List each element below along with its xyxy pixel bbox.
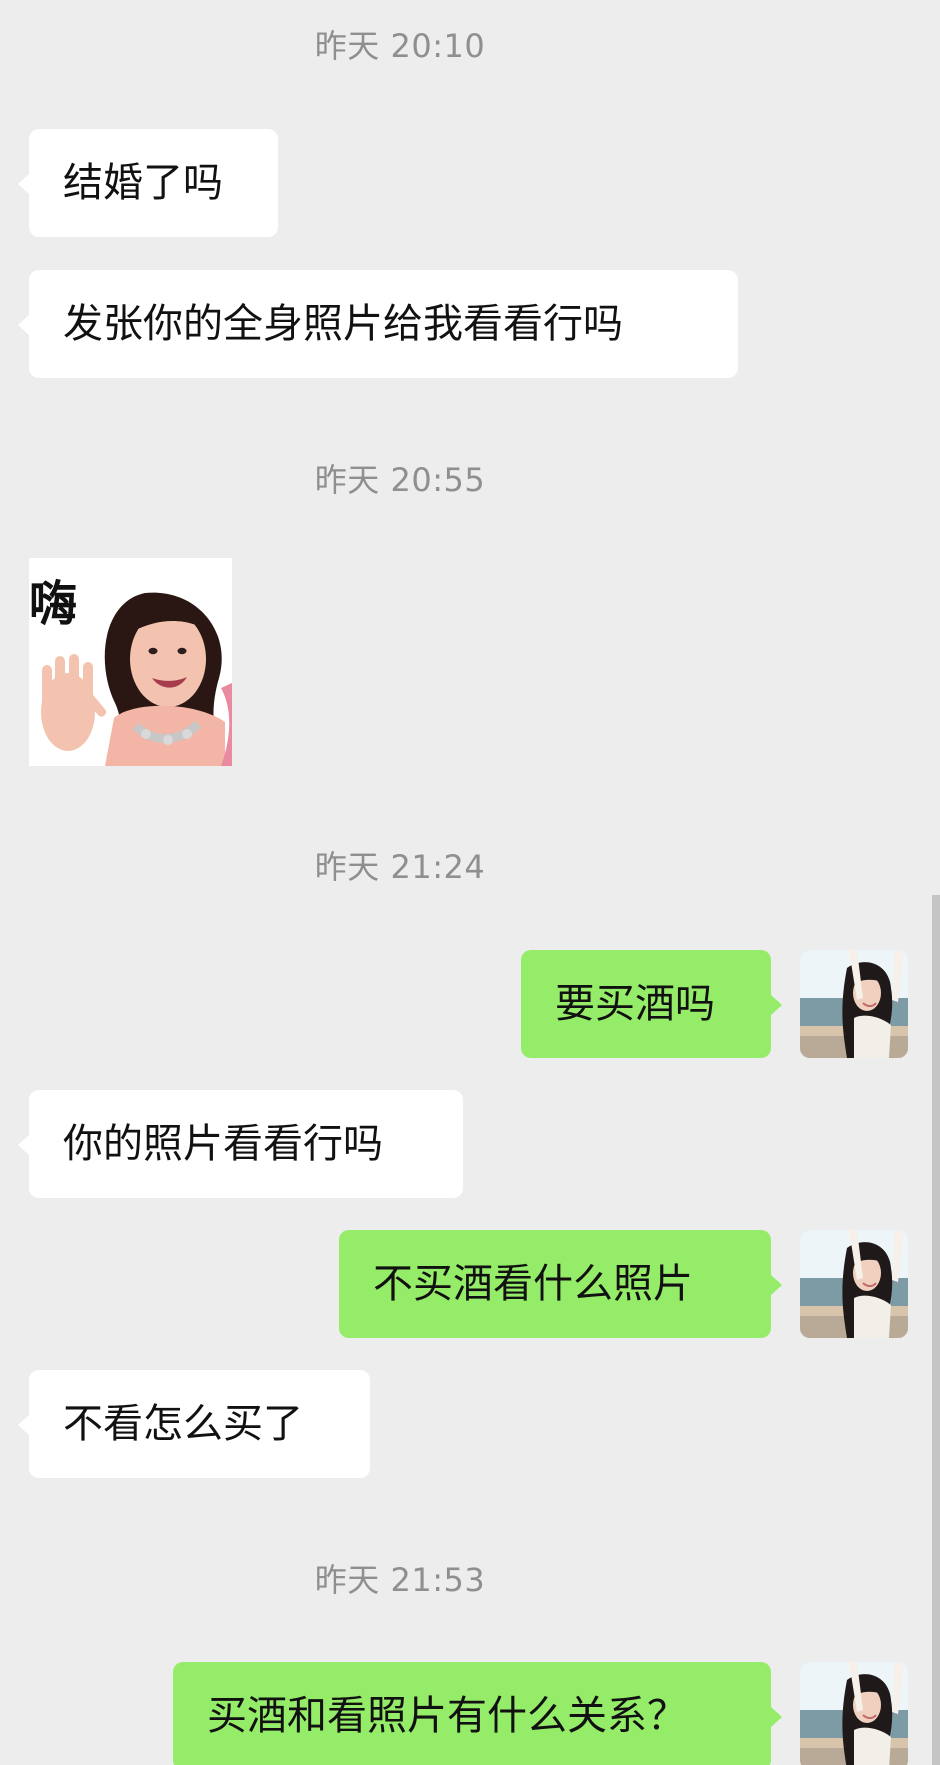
message-text: 结婚了吗: [63, 160, 223, 206]
message-text: 不看怎么买了: [63, 1401, 303, 1447]
sticker-greeting-text: 嗨: [29, 576, 77, 632]
timestamp-4: 昨天 21:53: [314, 1561, 486, 1599]
self-avatar-photo: [800, 1662, 908, 1765]
incoming-message-3[interactable]: 你的照片看看行吗: [18, 1090, 463, 1198]
outgoing-message-3[interactable]: 买酒和看照片有什么关系？: [173, 1662, 782, 1765]
message-text: 要买酒吗: [555, 981, 715, 1027]
outgoing-message-2[interactable]: 不买酒看什么照片: [339, 1230, 782, 1338]
self-avatar[interactable]: [800, 950, 908, 1058]
self-avatar-photo: [800, 950, 908, 1058]
chat-history[interactable]: 昨天 20:10 结婚了吗 发张你的全身照片给我看看行吗 昨天 20:55 嗨: [0, 0, 940, 1765]
timestamp-2: 昨天 20:55: [314, 461, 486, 499]
waving-girl-sticker[interactable]: 嗨: [29, 558, 232, 766]
scrollbar[interactable]: [932, 895, 940, 1765]
self-avatar-photo: [800, 1230, 908, 1338]
incoming-message-1[interactable]: 结婚了吗: [18, 129, 278, 237]
self-avatar[interactable]: [800, 1662, 908, 1765]
message-text: 不买酒看什么照片: [373, 1261, 693, 1307]
timestamp-3: 昨天 21:24: [314, 848, 486, 886]
message-text: 买酒和看照片有什么关系？: [207, 1693, 687, 1739]
timestamp-1: 昨天 20:10: [314, 27, 486, 65]
message-text: 发张你的全身照片给我看看行吗: [63, 301, 623, 347]
self-avatar[interactable]: [800, 1230, 908, 1338]
message-text: 你的照片看看行吗: [63, 1121, 383, 1167]
incoming-message-4[interactable]: 不看怎么买了: [18, 1370, 370, 1478]
incoming-message-2[interactable]: 发张你的全身照片给我看看行吗: [18, 270, 738, 378]
outgoing-message-1[interactable]: 要买酒吗: [521, 950, 782, 1058]
